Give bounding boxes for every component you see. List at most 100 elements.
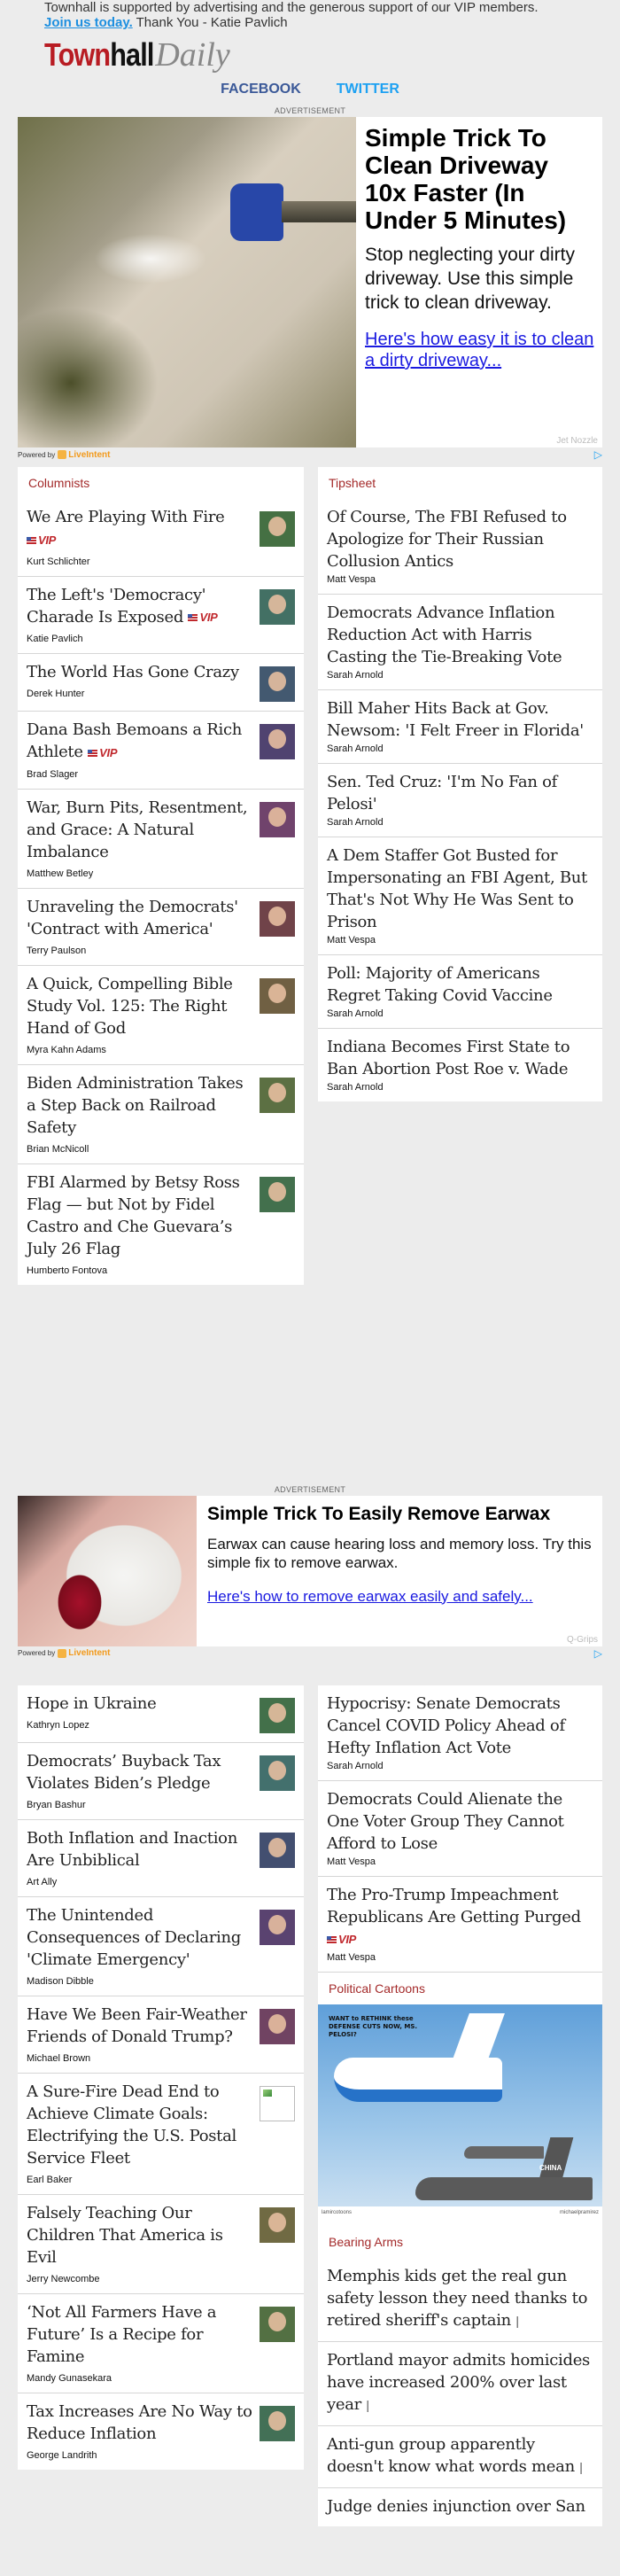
author-avatar[interactable]	[260, 1077, 295, 1113]
columnist-article[interactable]: Tax Increases Are No Way to Reduce Infla…	[18, 2392, 304, 2470]
article-author[interactable]: Sarah Arnold	[327, 743, 593, 754]
article-title[interactable]: Memphis kids get the real gun safety les…	[327, 2265, 593, 2332]
author-avatar[interactable]	[260, 977, 295, 1014]
article-author[interactable]: Jerry Newcombe	[27, 2274, 252, 2284]
article-title[interactable]: Judge denies injunction over San	[327, 2495, 593, 2518]
article-author[interactable]: Myra Kahn Adams	[27, 1045, 252, 1055]
liveintent-name-2[interactable]: LiveIntent	[68, 1648, 110, 1658]
article-author[interactable]: Brian McNicoll	[27, 1144, 252, 1155]
article-author[interactable]: Earl Baker	[27, 2175, 252, 2185]
tipsheet-article[interactable]: Bill Maher Hits Back at Gov. Newsom: 'I …	[318, 689, 602, 763]
article-title[interactable]: The World Has Gone Crazy	[27, 661, 252, 683]
political-cartoons-title[interactable]: Political Cartoons	[318, 1972, 602, 2004]
article-author[interactable]: Sarah Arnold	[327, 670, 593, 681]
article-title[interactable]: Poll: Majority of Americans Regret Takin…	[327, 962, 593, 1007]
article-author[interactable]: Katie Pavlich	[27, 634, 252, 644]
tipsheet-article[interactable]: A Dem Staffer Got Busted for Impersonati…	[318, 837, 602, 954]
article-title[interactable]: Unraveling the Democrats' 'Contract with…	[27, 896, 252, 940]
columnist-article[interactable]: The Unintended Consequences of Declaring…	[18, 1895, 304, 1996]
article-title[interactable]: The Left's 'Democracy' Charade Is Expose…	[27, 584, 252, 629]
bearing-arms-article[interactable]: Portland mayor admits homicides have inc…	[318, 2341, 602, 2425]
article-title[interactable]: Hope in Ukraine	[27, 1693, 252, 1715]
author-avatar[interactable]	[260, 724, 295, 759]
tipsheet-article[interactable]: Sen. Ted Cruz: 'I'm No Fan of Pelosi' Sar…	[318, 763, 602, 837]
columnist-article[interactable]: Both Inflation and Inaction Are Unbiblic…	[18, 1818, 304, 1896]
article-author[interactable]: Matt Vespa	[327, 1952, 593, 1963]
article-author[interactable]: Madison Dibble	[27, 1976, 252, 1987]
article-title[interactable]: Hypocrisy: Senate Democrats Cancel COVID…	[327, 1693, 593, 1759]
article-author[interactable]: Matthew Betley	[27, 868, 252, 879]
article-author[interactable]: Sarah Arnold	[327, 1761, 593, 1771]
article-author[interactable]: Sarah Arnold	[327, 1082, 593, 1093]
article-title[interactable]: Of Course, The FBI Refused to Apologize …	[327, 506, 593, 572]
tipsheet-article[interactable]: Indiana Becomes First State to Ban Abort…	[318, 1028, 602, 1101]
driveway-ad[interactable]: Simple Trick To Clean Driveway 10x Faste…	[18, 117, 602, 447]
bearing-arms-title[interactable]: Bearing Arms	[318, 2226, 602, 2258]
author-avatar[interactable]	[260, 2206, 295, 2243]
article-author[interactable]: Bryan Bashur	[27, 1800, 252, 1810]
article-title[interactable]: A Sure-Fire Dead End to Achieve Climate …	[27, 2081, 252, 2169]
article-title[interactable]: Anti-gun group apparently doesn't know w…	[327, 2433, 593, 2479]
author-avatar[interactable]	[260, 588, 295, 625]
author-avatar[interactable]	[260, 1176, 295, 1212]
ad-headline-2[interactable]: Simple Trick To Easily Remove Earwax	[207, 1503, 593, 1526]
bearing-arms-article[interactable]: Judge denies injunction over San	[318, 2487, 602, 2526]
article-title[interactable]: The Unintended Consequences of Declaring…	[27, 1904, 252, 1971]
political-cartoon-image[interactable]: WANT to RETHINK these DEFENSE CUTS NOW, …	[318, 2004, 602, 2217]
article-title[interactable]: ‘Not All Farmers Have a Future’ Is a Rec…	[27, 2301, 252, 2368]
article-title[interactable]: War, Burn Pits, Resentment, and Grace: A…	[27, 797, 252, 863]
bearing-arms-article[interactable]: Memphis kids get the real gun safety les…	[318, 2258, 602, 2341]
columnist-article[interactable]: Biden Administration Takes a Step Back o…	[18, 1063, 304, 1163]
tipsheet-article[interactable]: Of Course, The FBI Refused to Apologize …	[318, 499, 602, 594]
ad-image-earwax[interactable]	[18, 1495, 197, 1646]
article-author[interactable]: Terry Paulson	[27, 946, 252, 956]
author-avatar[interactable]	[260, 1832, 295, 1868]
article-title[interactable]: Tax Increases Are No Way to Reduce Infla…	[27, 2401, 252, 2445]
article-title[interactable]: Falsely Teaching Our Children That Ameri…	[27, 2202, 252, 2269]
article-title[interactable]: The Pro-Trump Impeachment Republicans Ar…	[327, 1884, 593, 1951]
author-avatar[interactable]	[260, 1909, 295, 1945]
tipsheet-article[interactable]: Democrats Could Alienate the One Voter G…	[318, 1779, 602, 1876]
columnist-article[interactable]: The Left's 'Democracy' Charade Is Expose…	[18, 575, 304, 654]
ad-headline[interactable]: Simple Trick To Clean Driveway 10x Faste…	[365, 124, 595, 234]
columnist-article[interactable]: We Are Playing With Fire VIP Kurt Schlich…	[18, 499, 304, 576]
author-avatar[interactable]	[260, 2008, 295, 2044]
columnist-article[interactable]: Dana Bash Bemoans a Rich Athlete VIP Brad…	[18, 711, 304, 789]
tipsheet-article[interactable]: Poll: Majority of Americans Regret Takin…	[318, 954, 602, 1028]
article-author[interactable]: Matt Vespa	[327, 1856, 593, 1867]
columnists-title[interactable]: Columnists	[18, 467, 304, 499]
ad-cta-link[interactable]: Here's how easy it is to clean a dirty d…	[365, 329, 595, 371]
earwax-ad[interactable]: Simple Trick To Easily Remove Earwax Ear…	[18, 1495, 602, 1646]
article-title[interactable]: A Dem Staffer Got Busted for Impersonati…	[327, 844, 593, 933]
article-author[interactable]: Kathryn Lopez	[27, 1720, 252, 1731]
article-title[interactable]: Sen. Ted Cruz: 'I'm No Fan of Pelosi'	[327, 771, 593, 815]
tipsheet-article[interactable]: Democrats Advance Inflation Reduction Ac…	[318, 594, 602, 689]
article-title[interactable]: Both Inflation and Inaction Are Unbiblic…	[27, 1827, 252, 1872]
article-title[interactable]: Democrats’ Buyback Tax Violates Biden’s …	[27, 1750, 252, 1794]
facebook-link[interactable]: FACEBOOK	[221, 82, 301, 97]
article-author[interactable]: Matt Vespa	[327, 574, 593, 585]
author-avatar[interactable]	[260, 900, 295, 937]
columnist-article[interactable]: ‘Not All Farmers Have a Future’ Is a Rec…	[18, 2292, 304, 2393]
article-title[interactable]: Indiana Becomes First State to Ban Abort…	[327, 1036, 593, 1080]
columnist-article[interactable]: A Sure-Fire Dead End to Achieve Climate …	[18, 2072, 304, 2194]
author-avatar[interactable]	[260, 2405, 295, 2441]
townhall-daily-logo[interactable]: Townhall Daily	[44, 35, 620, 74]
article-author[interactable]: Brad Slager	[27, 769, 252, 780]
columnist-article[interactable]: Falsely Teaching Our Children That Ameri…	[18, 2193, 304, 2293]
article-author[interactable]: Derek Hunter	[27, 689, 252, 699]
article-author[interactable]: Mandy Gunasekara	[27, 2373, 252, 2384]
article-author[interactable]: Humberto Fontova	[27, 1265, 252, 1276]
article-title[interactable]: FBI Alarmed by Betsy Ross Flag — but Not…	[27, 1171, 252, 1260]
ad-cta-link-2[interactable]: Here's how to remove earwax easily and s…	[207, 1588, 593, 1606]
adchoices-icon[interactable]: ▷	[594, 448, 602, 461]
article-title[interactable]: Have We Been Fair-Weather Friends of Don…	[27, 2004, 252, 2048]
author-avatar[interactable]	[260, 666, 295, 702]
columnist-article[interactable]: Unraveling the Democrats' 'Contract with…	[18, 887, 304, 965]
join-link[interactable]: Join us today.	[44, 15, 133, 30]
liveintent-name[interactable]: LiveIntent	[68, 450, 110, 460]
article-title[interactable]: Biden Administration Takes a Step Back o…	[27, 1072, 252, 1139]
article-title[interactable]: Bill Maher Hits Back at Gov. Newsom: 'I …	[327, 697, 593, 742]
tipsheet-article[interactable]: Hypocrisy: Senate Democrats Cancel COVID…	[318, 1685, 602, 1780]
columnist-article[interactable]: Hope in Ukraine Kathryn Lopez	[18, 1685, 304, 1742]
